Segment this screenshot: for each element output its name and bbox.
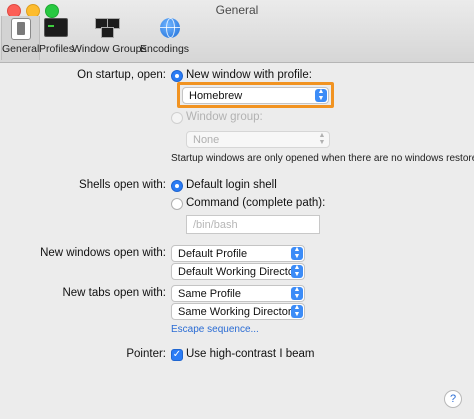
window-title: General xyxy=(215,3,259,17)
new-windows-directory-value: Default Working Directory xyxy=(178,266,304,278)
shells-label: Shells open with: xyxy=(79,179,166,191)
popup-arrows-icon: ▲ ▼ xyxy=(291,246,303,260)
startup-label: On startup, open: xyxy=(77,69,166,81)
startup-group-radio[interactable] xyxy=(171,112,183,124)
startup-group-value: None xyxy=(193,134,220,146)
tab-general[interactable]: General xyxy=(1,16,40,60)
startup-group-popup[interactable]: None ▲ ▼ xyxy=(186,131,330,148)
general-icon xyxy=(11,18,31,40)
new-windows-directory-popup[interactable]: Default Working Directory ▲ ▼ xyxy=(171,263,305,280)
tab-window-groups[interactable]: Window Groups xyxy=(72,16,147,60)
high-contrast-checkbox[interactable]: ✓ xyxy=(171,349,183,361)
shell-command-option: Command (complete path): xyxy=(186,197,326,209)
shell-command-field[interactable]: /bin/bash xyxy=(186,215,320,234)
startup-profile-option: New window with profile: xyxy=(186,69,312,81)
new-tabs-profile-value: Same Profile xyxy=(178,288,241,300)
startup-profile-popup[interactable]: Homebrew ▲ ▼ xyxy=(182,87,329,104)
profiles-icon xyxy=(44,18,68,37)
escape-sequence-link[interactable]: Escape sequence... xyxy=(171,324,259,335)
new-windows-profile-value: Default Profile xyxy=(178,248,248,260)
popup-arrows-icon: ▲ ▼ xyxy=(315,88,327,102)
shell-command-radio[interactable] xyxy=(171,198,183,210)
encodings-icon xyxy=(160,18,180,38)
help-button[interactable]: ? xyxy=(444,390,462,408)
shell-default-option: Default login shell xyxy=(186,179,277,191)
title-bar: General General Profiles Window Groups E… xyxy=(0,0,474,63)
new-windows-label: New windows open with: xyxy=(40,247,166,259)
tab-general-label: General xyxy=(2,43,40,55)
startup-group-option: Window group: xyxy=(186,111,263,123)
window-groups-icon xyxy=(95,18,120,38)
popup-arrows-icon: ▲ ▼ xyxy=(291,286,303,300)
new-tabs-profile-popup[interactable]: Same Profile ▲ ▼ xyxy=(171,285,305,302)
shell-default-radio[interactable] xyxy=(171,180,183,192)
tab-window-groups-label: Window Groups xyxy=(72,43,147,55)
tab-profiles-label: Profiles xyxy=(39,43,75,55)
startup-note: Startup windows are only opened when the… xyxy=(171,153,474,164)
startup-profile-radio[interactable] xyxy=(171,70,183,82)
new-windows-profile-popup[interactable]: Default Profile ▲ ▼ xyxy=(171,245,305,262)
new-tabs-label: New tabs open with: xyxy=(62,287,166,299)
startup-profile-value: Homebrew xyxy=(189,90,243,102)
popup-arrows-icon: ▲ ▼ xyxy=(291,304,303,318)
pointer-label: Pointer: xyxy=(126,348,166,360)
popup-arrows-icon: ▲ ▼ xyxy=(291,264,303,278)
tab-encodings[interactable]: Encodings xyxy=(140,16,190,60)
new-tabs-directory-value: Same Working Directory xyxy=(178,306,297,318)
high-contrast-option: Use high-contrast I beam xyxy=(186,348,315,360)
tab-profiles[interactable]: Profiles xyxy=(39,16,75,60)
popup-arrows-icon: ▲ ▼ xyxy=(318,132,326,146)
preferences-window: General General Profiles Window Groups E… xyxy=(0,0,474,419)
new-tabs-directory-popup[interactable]: Same Working Directory ▲ ▼ xyxy=(171,303,305,320)
tab-encodings-label: Encodings xyxy=(140,43,190,55)
